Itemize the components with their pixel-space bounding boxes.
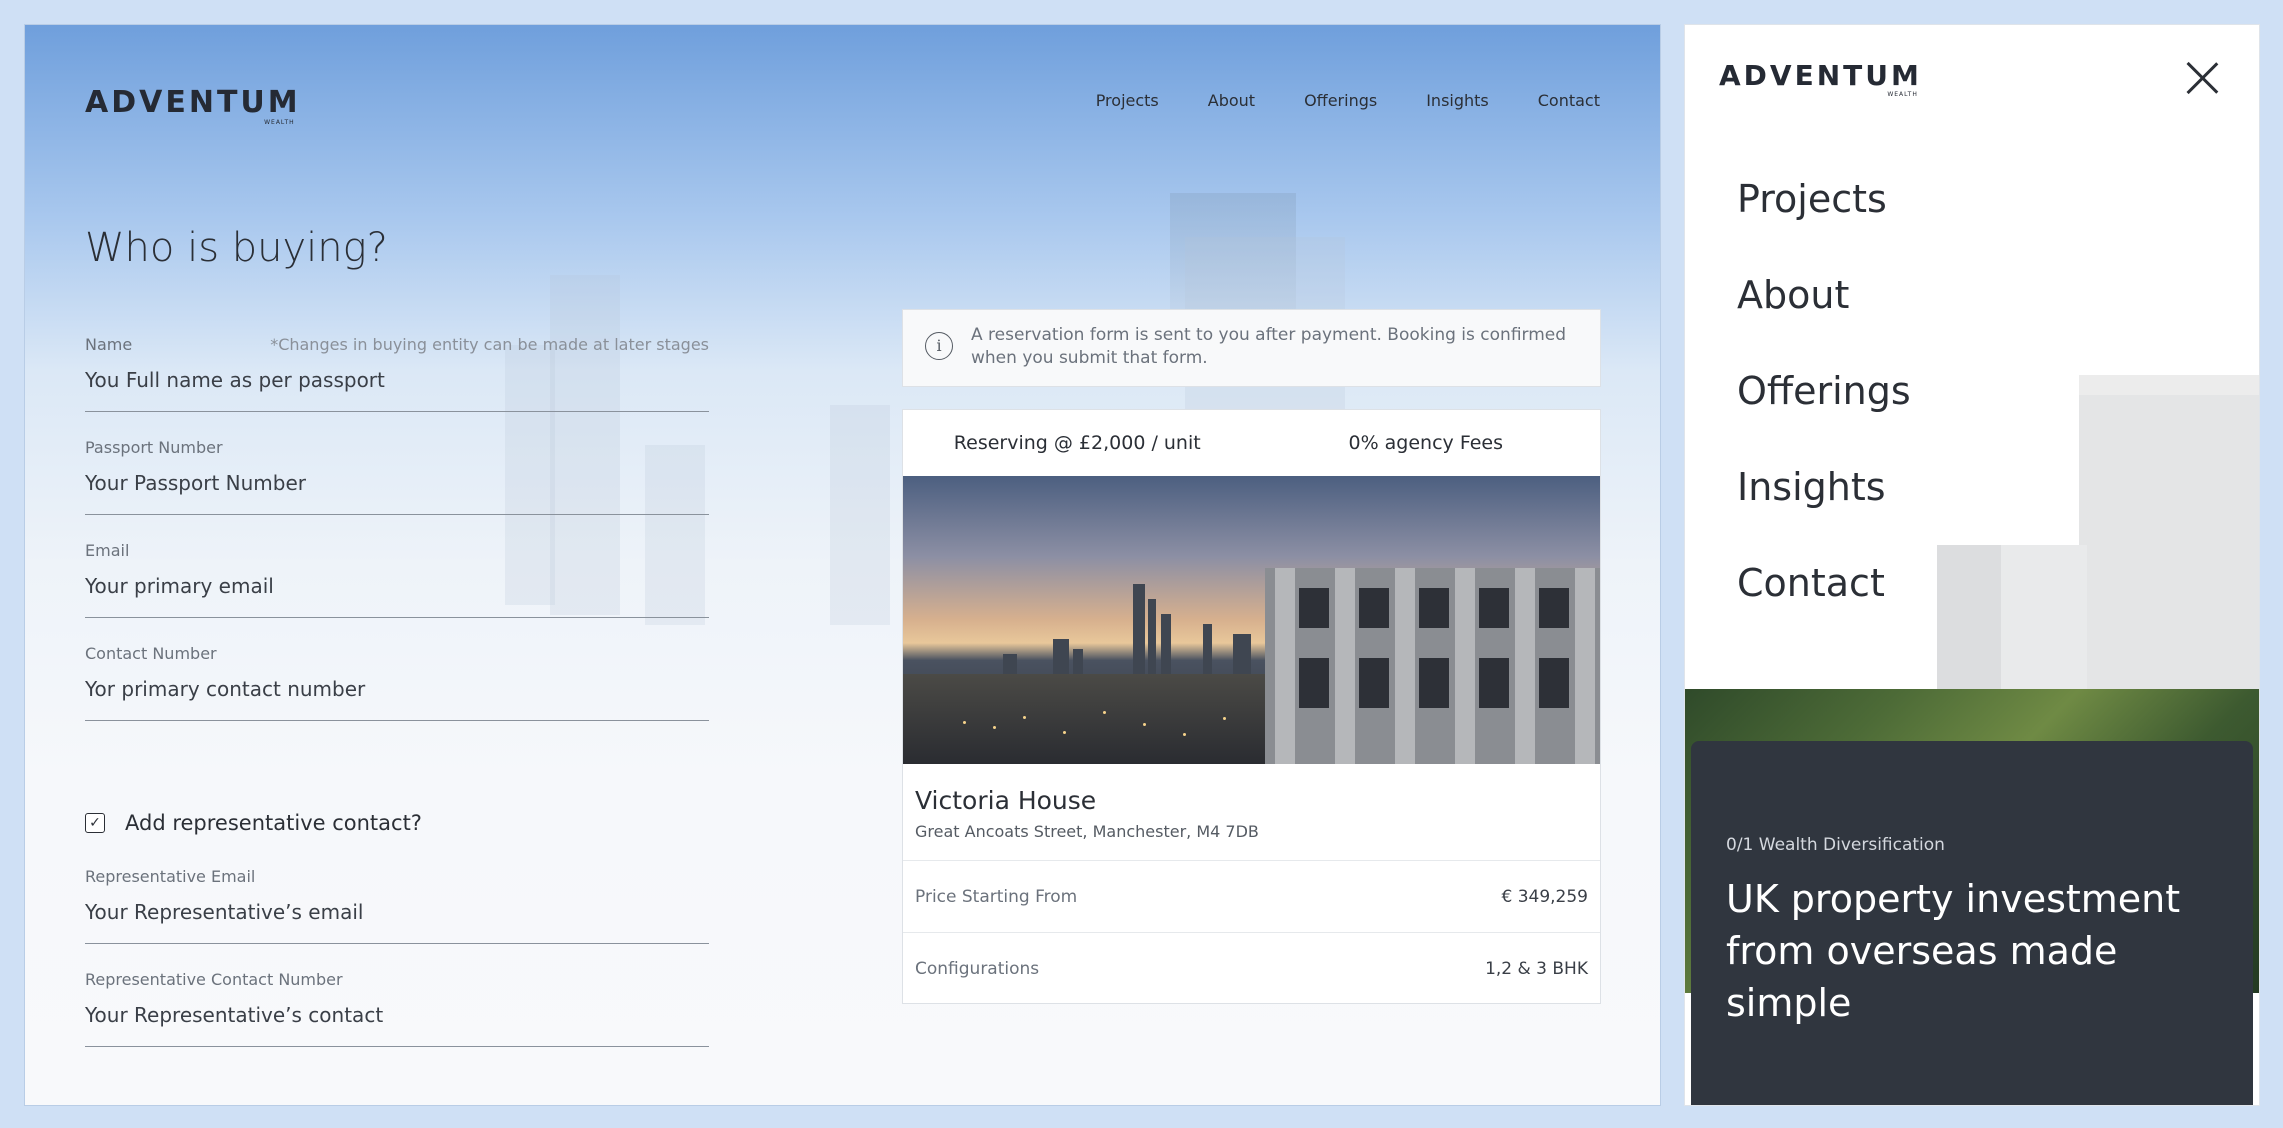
reservation-info-text: A reservation form is sent to you after … [971, 325, 1567, 368]
mobile-menu-panel: ADVENTUM WEALTH Projects About Offerings… [1684, 24, 2260, 1106]
adventum-logo[interactable]: ADVENTUM WEALTH [1719, 59, 1922, 98]
menu-offerings[interactable]: Offerings [1737, 369, 1911, 465]
rep-contact-label: Add representative contact? [125, 811, 422, 835]
logo-subtext: WEALTH [1887, 91, 1918, 98]
logo-subtext: WEALTH [264, 119, 295, 126]
promo-card[interactable]: 0/1 Wealth Diversification UK property i… [1691, 741, 2253, 1105]
close-icon[interactable] [2185, 61, 2219, 95]
decorative-cube [2079, 375, 2259, 395]
decorative-cube [2079, 375, 2259, 705]
bg-skyline-tower [830, 405, 890, 625]
passport-field: Passport Number [85, 438, 709, 515]
booking-page: ADVENTUM WEALTH Projects About Offerings… [24, 24, 1661, 1106]
rep-email-field: Representative Email [85, 867, 709, 944]
property-name: Victoria House [915, 786, 1097, 815]
rep-contact-number-label: Representative Contact Number [85, 970, 343, 989]
property-address: Great Ancoats Street, Manchester, M4 7DB [915, 822, 1259, 841]
property-tags: Reserving @ £2,000 / unit 0% agency Fees [903, 410, 1600, 476]
passport-input[interactable] [85, 471, 709, 495]
menu-projects[interactable]: Projects [1737, 177, 1911, 273]
adventum-logo[interactable]: ADVENTUM WEALTH [85, 85, 301, 126]
passport-label: Passport Number [85, 438, 223, 457]
configurations-value: 1,2 & 3 BHK [1485, 959, 1588, 979]
menu-contact[interactable]: Contact [1737, 561, 1911, 657]
name-field: Name *Changes in buying entity can be ma… [85, 335, 709, 412]
promo-eyebrow: 0/1 Wealth Diversification [1726, 835, 1945, 855]
rep-email-input[interactable] [85, 900, 709, 924]
email-label: Email [85, 541, 130, 560]
name-note: *Changes in buying entity can be made at… [270, 335, 709, 354]
top-nav: Projects About Offerings Insights Contac… [1096, 91, 1600, 110]
logo-text: ADVENTUM [85, 85, 301, 120]
contact-label: Contact Number [85, 644, 217, 663]
nav-offerings[interactable]: Offerings [1304, 91, 1377, 110]
nav-about[interactable]: About [1208, 91, 1255, 110]
menu-insights[interactable]: Insights [1737, 465, 1911, 561]
logo-text: ADVENTUM [1719, 59, 1922, 92]
rep-contact-field: Representative Contact Number [85, 970, 709, 1047]
nav-insights[interactable]: Insights [1426, 91, 1489, 110]
agency-fees-tag: 0% agency Fees [1348, 432, 1503, 454]
nav-contact[interactable]: Contact [1538, 91, 1600, 110]
contact-field: Contact Number [85, 644, 709, 721]
form-title: Who is buying? [85, 225, 388, 271]
email-field: Email [85, 541, 709, 618]
name-input[interactable] [85, 368, 709, 392]
contact-input[interactable] [85, 677, 709, 701]
check-icon[interactable]: ✓ [85, 813, 105, 833]
rep-contact-checkbox[interactable]: ✓ Add representative contact? [85, 811, 422, 835]
name-label: Name [85, 335, 133, 354]
rep-email-label: Representative Email [85, 867, 256, 886]
info-icon: i [925, 332, 953, 360]
panel-menu: Projects About Offerings Insights Contac… [1737, 177, 1911, 657]
decorative-cube [2001, 545, 2087, 705]
configurations-row: Configurations 1,2 & 3 BHK [903, 932, 1600, 1005]
property-card[interactable]: Reserving @ £2,000 / unit 0% agency Fees [902, 409, 1601, 1004]
nav-projects[interactable]: Projects [1096, 91, 1159, 110]
price-row: Price Starting From € 349,259 [903, 860, 1600, 933]
property-photo [903, 476, 1600, 764]
reserving-tag: Reserving @ £2,000 / unit [953, 432, 1201, 454]
email-input[interactable] [85, 574, 709, 598]
menu-about[interactable]: About [1737, 273, 1911, 369]
price-label: Price Starting From [915, 887, 1078, 907]
price-value: € 349,259 [1501, 887, 1588, 907]
rep-contact-input[interactable] [85, 1003, 709, 1027]
reservation-info-box: i A reservation form is sent to you afte… [902, 309, 1601, 387]
configurations-label: Configurations [915, 959, 1040, 979]
promo-headline: UK property investment from overseas mad… [1726, 877, 2181, 1025]
